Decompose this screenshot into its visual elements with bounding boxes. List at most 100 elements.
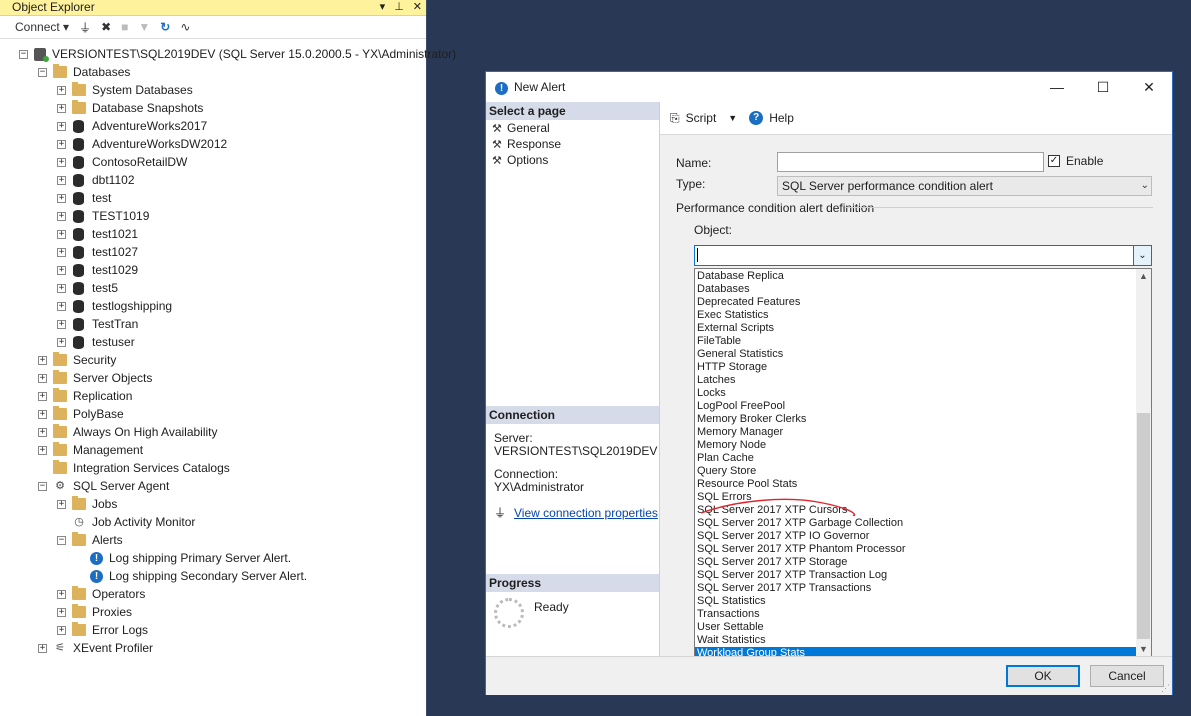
object-option[interactable]: Memory Broker Clerks — [695, 413, 1137, 426]
object-option[interactable]: Query Store — [695, 465, 1137, 478]
tree-node[interactable]: ! Log shipping Primary Server Alert. — [75, 549, 291, 567]
tree-node[interactable]: + test1027 — [57, 243, 138, 261]
object-option[interactable]: Exec Statistics — [695, 309, 1137, 322]
tree-node[interactable]: + Jobs — [57, 495, 117, 513]
expand-icon[interactable]: + — [38, 391, 47, 401]
expand-icon[interactable]: + — [38, 355, 47, 365]
collapse-icon[interactable]: − — [19, 49, 28, 59]
expand-icon[interactable]: + — [57, 121, 66, 131]
expand-icon[interactable]: + — [57, 283, 66, 293]
object-option[interactable]: Wait Statistics — [695, 634, 1137, 647]
tree-node[interactable]: + Error Logs — [57, 621, 148, 639]
object-option[interactable]: Locks — [695, 387, 1137, 400]
expand-icon[interactable]: + — [57, 211, 66, 221]
tree-node[interactable]: + test — [57, 189, 111, 207]
collapse-icon[interactable]: − — [38, 481, 47, 491]
object-combobox[interactable]: ⌄ — [694, 245, 1152, 266]
help-button[interactable]: Help — [769, 111, 794, 125]
object-option[interactable]: HTTP Storage — [695, 361, 1137, 374]
expand-icon[interactable]: + — [38, 409, 47, 419]
object-option[interactable]: Databases — [695, 283, 1137, 296]
tree-node[interactable]: + Operators — [57, 585, 145, 603]
pin-icon[interactable]: ⊥ — [394, 0, 404, 15]
tree-node[interactable]: + Database Snapshots — [57, 99, 203, 117]
object-input-text[interactable] — [697, 248, 698, 262]
scroll-up-icon[interactable]: ▲ — [1136, 271, 1151, 281]
tree-node[interactable]: ◷ Job Activity Monitor — [57, 513, 195, 531]
minimize-icon[interactable]: — — [1034, 72, 1080, 102]
expand-icon[interactable]: + — [57, 229, 66, 239]
tree-node[interactable]: + test1029 — [57, 261, 138, 279]
tree-node[interactable]: + ⚟ XEvent Profiler — [38, 639, 153, 657]
expand-icon[interactable]: + — [38, 427, 47, 437]
expand-icon[interactable]: + — [57, 265, 66, 275]
tree-node[interactable]: + Server Objects — [38, 369, 152, 387]
dialog-close-icon[interactable]: ✕ — [1126, 72, 1172, 102]
script-dropdown-icon[interactable]: ▼ — [728, 113, 737, 123]
refresh-icon[interactable]: ↻ — [160, 20, 170, 34]
scroll-down-icon[interactable]: ▼ — [1136, 644, 1151, 654]
tree-node[interactable]: + Proxies — [57, 603, 132, 621]
object-option[interactable]: Deprecated Features — [695, 296, 1137, 309]
tree-node[interactable]: − VERSIONTEST\SQL2019DEV (SQL Server 15.0… — [19, 45, 456, 63]
object-option[interactable]: External Scripts — [695, 322, 1137, 335]
object-option[interactable]: Plan Cache — [695, 452, 1137, 465]
object-option[interactable]: Memory Manager — [695, 426, 1137, 439]
page-general[interactable]: ⚒ General — [486, 120, 659, 136]
tree-node[interactable]: − Alerts — [57, 531, 123, 549]
expand-icon[interactable]: + — [57, 301, 66, 311]
view-connection-properties-link[interactable]: View connection properties — [514, 506, 658, 520]
ok-button[interactable]: OK — [1006, 665, 1080, 687]
expand-icon[interactable]: + — [57, 499, 66, 509]
stop-icon[interactable]: ■ — [121, 20, 128, 34]
tree-node[interactable]: + test1021 — [57, 225, 138, 243]
expand-icon[interactable]: + — [57, 247, 66, 257]
activity-monitor-icon[interactable]: ∿ — [180, 20, 190, 34]
expand-icon[interactable]: + — [57, 157, 66, 167]
expand-icon[interactable]: + — [57, 85, 66, 95]
object-dropdown-chevron-icon[interactable]: ⌄ — [1133, 246, 1151, 265]
object-option[interactable]: Transactions — [695, 608, 1137, 621]
tree-node[interactable]: + Replication — [38, 387, 132, 405]
expand-icon[interactable]: + — [57, 337, 66, 347]
expand-icon[interactable]: + — [57, 175, 66, 185]
list-scrollbar[interactable]: ▲ ▼ — [1136, 269, 1151, 656]
expand-icon[interactable]: + — [57, 193, 66, 203]
tree-node[interactable]: − ⚙ SQL Server Agent — [38, 477, 169, 495]
object-option[interactable]: Memory Node — [695, 439, 1137, 452]
tree-node[interactable]: + test5 — [57, 279, 118, 297]
object-option[interactable]: SQL Statistics — [695, 595, 1137, 608]
tree-node[interactable]: − Databases — [38, 63, 130, 81]
tree-node[interactable]: + dbt1102 — [57, 171, 135, 189]
name-input[interactable] — [777, 152, 1044, 172]
close-icon[interactable]: ✕ — [413, 0, 422, 15]
tree-node[interactable]: + Management — [38, 441, 143, 459]
object-option[interactable]: Database Replica — [695, 270, 1137, 283]
object-option[interactable]: User Settable — [695, 621, 1137, 634]
connect-button[interactable]: Connect ▾ — [15, 20, 69, 34]
disconnect-icon[interactable]: ✖ — [101, 20, 111, 34]
cancel-button[interactable]: Cancel — [1090, 665, 1164, 687]
tree-node[interactable]: + Always On High Availability — [38, 423, 218, 441]
tree-node[interactable]: + testlogshipping — [57, 297, 172, 315]
tree-node[interactable]: + AdventureWorksDW2012 — [57, 135, 227, 153]
object-option[interactable]: SQL Server 2017 XTP Transactions — [695, 582, 1137, 595]
tree-node[interactable]: Integration Services Catalogs — [38, 459, 230, 477]
window-position-icon[interactable]: ▾ — [380, 0, 386, 15]
tree-node[interactable]: + System Databases — [57, 81, 193, 99]
object-dropdown-list[interactable]: Database Replica Databases Deprecated Feat… — [694, 268, 1152, 657]
expand-icon[interactable]: + — [57, 625, 66, 635]
enable-checkbox[interactable]: ✓ — [1048, 155, 1060, 167]
expand-icon[interactable]: + — [38, 373, 47, 383]
object-option[interactable]: SQL Server 2017 XTP Transaction Log — [695, 569, 1137, 582]
expand-icon[interactable]: + — [57, 319, 66, 329]
tree-node[interactable]: ! Log shipping Secondary Server Alert. — [75, 567, 307, 585]
page-options[interactable]: ⚒ Options — [486, 152, 659, 168]
scrollbar-thumb[interactable] — [1137, 413, 1150, 639]
object-option[interactable]: FileTable — [695, 335, 1137, 348]
expand-icon[interactable]: + — [57, 139, 66, 149]
page-response[interactable]: ⚒ Response — [486, 136, 659, 152]
tree-node[interactable]: + PolyBase — [38, 405, 124, 423]
object-option[interactable]: Latches — [695, 374, 1137, 387]
object-option[interactable]: Resource Pool Stats — [695, 478, 1137, 491]
